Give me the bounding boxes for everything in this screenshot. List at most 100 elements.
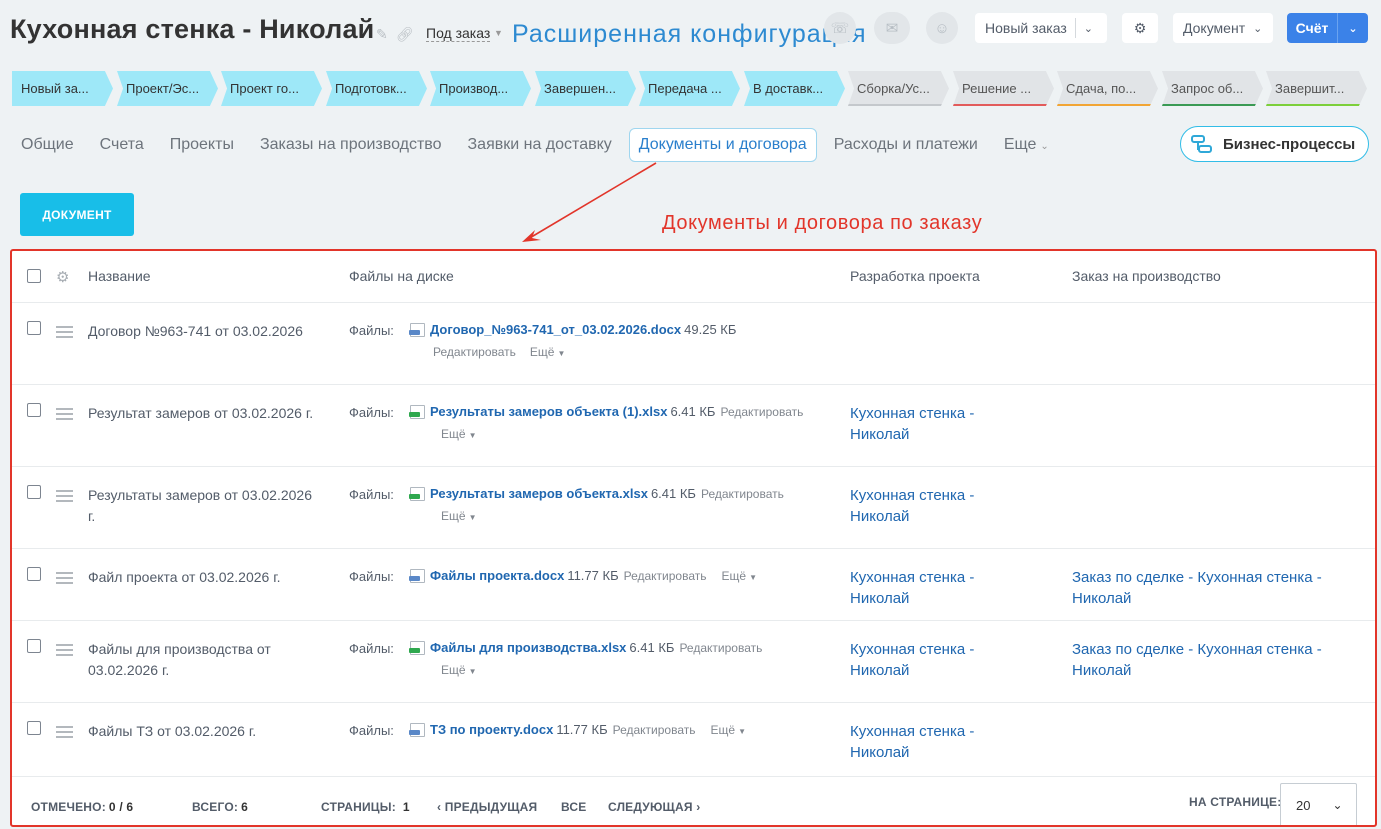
phone-icon[interactable]: ☏	[824, 12, 856, 44]
stage-5[interactable]: Производ...	[430, 71, 531, 106]
row-checkbox[interactable]	[27, 321, 41, 335]
tab-8[interactable]: Еще ⌄	[995, 128, 1058, 162]
project-link[interactable]: Кухонная стенка - Николай	[850, 403, 1030, 445]
drag-handle-icon[interactable]	[56, 490, 73, 505]
tab-1[interactable]: Общие	[12, 128, 83, 162]
stage-2[interactable]: Проект/Эс...	[117, 71, 218, 106]
table-row: Файл проекта от 03.02.2026 г. Файлы: Файлы…	[12, 549, 1375, 621]
business-processes-button[interactable]: Бизнес-процессы	[1180, 126, 1369, 162]
file-entry: Результаты замеров объекта (1).xlsx 6.41 …	[430, 404, 803, 419]
drag-handle-icon[interactable]	[56, 572, 73, 587]
file-more-menu[interactable]: Ещё ▼	[441, 663, 476, 677]
file-more-menu[interactable]: Ещё ▼	[530, 345, 565, 359]
row-checkbox[interactable]	[27, 485, 41, 499]
tab-5[interactable]: Заявки на доставку	[459, 128, 621, 162]
stage-9[interactable]: Сборка/Ус...	[848, 71, 949, 106]
drag-handle-icon[interactable]	[56, 644, 73, 659]
stage-label: Решение ...	[962, 81, 1032, 96]
stage-4[interactable]: Подготовк...	[326, 71, 427, 106]
row-checkbox[interactable]	[27, 403, 41, 417]
prev-page-link[interactable]: ‹ ПРЕДЫДУЩАЯ	[437, 800, 537, 814]
stage-13[interactable]: Завершит...	[1266, 71, 1367, 106]
select-all-checkbox[interactable]	[27, 269, 41, 283]
edit-file-link[interactable]: Редактировать	[613, 723, 696, 737]
file-more-menu[interactable]: Ещё ▼	[711, 723, 746, 737]
project-link[interactable]: Кухонная стенка - Николай	[850, 639, 1030, 681]
column-files[interactable]: Файлы на диске	[349, 268, 454, 284]
stage-8[interactable]: В доставк...	[744, 71, 845, 106]
chat-icon[interactable]: ☺	[926, 12, 958, 44]
stage-12[interactable]: Запрос об...	[1162, 71, 1263, 106]
stage-color-bar	[1162, 104, 1257, 106]
drag-handle-icon[interactable]	[56, 326, 73, 341]
document-name[interactable]: Договор №963-741 от 03.02.2026	[88, 321, 318, 342]
per-page-select[interactable]: 20 ⌄	[1280, 783, 1357, 825]
all-pages-link[interactable]: ВСЕ	[561, 800, 586, 814]
caret-down-icon: ▼	[468, 513, 477, 522]
row-checkbox[interactable]	[27, 721, 41, 735]
table-row: Договор №963-741 от 03.02.2026 Файлы: Дого…	[12, 303, 1375, 385]
stage-10[interactable]: Решение ...	[953, 71, 1054, 106]
gear-icon[interactable]: ⚙	[56, 268, 69, 286]
chevron-down-icon[interactable]: ⌄	[1338, 22, 1368, 35]
stage-3[interactable]: Проект го...	[221, 71, 322, 106]
next-page-link[interactable]: СЛЕДУЮЩАЯ ›	[608, 800, 700, 814]
tab-2[interactable]: Счета	[91, 128, 153, 162]
document-name[interactable]: Результаты замеров от 03.02.2026 г.	[88, 485, 318, 527]
invoice-button[interactable]: Счёт ⌄	[1287, 13, 1368, 43]
tab-6[interactable]: Документы и договора	[628, 128, 817, 162]
deal-type-selector[interactable]: Под заказ	[426, 25, 491, 42]
document-name[interactable]: Результат замеров от 03.02.2026 г.	[88, 403, 318, 424]
drag-handle-icon[interactable]	[56, 726, 73, 741]
document-name[interactable]: Файл проекта от 03.02.2026 г.	[88, 567, 318, 588]
document-name[interactable]: Файлы ТЗ от 03.02.2026 г.	[88, 721, 318, 742]
edit-file-link[interactable]: Редактировать	[720, 405, 803, 419]
file-link[interactable]: Файлы проекта.docx	[430, 568, 564, 583]
new-order-button[interactable]: Новый заказ ⌄	[975, 13, 1107, 43]
tab-3[interactable]: Проекты	[161, 128, 243, 162]
stage-7[interactable]: Передача ...	[639, 71, 740, 106]
edit-file-link[interactable]: Редактировать	[701, 487, 784, 501]
drag-handle-icon[interactable]	[56, 408, 73, 423]
file-link[interactable]: Результаты замеров объекта (1).xlsx	[430, 404, 667, 419]
link-icon[interactable]: 🔗︎	[396, 26, 414, 43]
pencil-icon[interactable]: ✎	[376, 26, 388, 43]
tab-label: Заявки на доставку	[467, 136, 612, 153]
stage-label: Завершит...	[1275, 81, 1345, 96]
column-project[interactable]: Разработка проекта	[850, 268, 980, 284]
settings-button[interactable]: ⚙	[1122, 13, 1158, 43]
stage-label: Сборка/Ус...	[857, 81, 930, 96]
mail-icon[interactable]: ✉	[874, 12, 910, 44]
document-button[interactable]: Документ ⌄	[1173, 13, 1273, 43]
stage-label: Завершен...	[544, 81, 616, 96]
tab-label: Заказы на производство	[259, 136, 442, 153]
stage-11[interactable]: Сдача, по...	[1057, 71, 1158, 106]
file-link[interactable]: Договор_№963-741_от_03.02.2026.docx	[430, 322, 681, 337]
file-link[interactable]: Результаты замеров объекта.xlsx	[430, 486, 648, 501]
stage-6[interactable]: Завершен...	[535, 71, 636, 106]
file-link[interactable]: ТЗ по проекту.docx	[430, 722, 553, 737]
tab-7[interactable]: Расходы и платежи	[825, 128, 987, 162]
file-more-menu[interactable]: Ещё ▼	[441, 509, 476, 523]
row-checkbox[interactable]	[27, 567, 41, 581]
add-document-button[interactable]: ДОКУМЕНТ	[20, 193, 134, 236]
row-checkbox[interactable]	[27, 639, 41, 653]
column-name[interactable]: Название	[88, 268, 151, 284]
edit-file-link[interactable]: Редактировать	[679, 641, 762, 655]
project-link[interactable]: Кухонная стенка - Николай	[850, 485, 1030, 527]
production-order-link[interactable]: Заказ по сделке - Кухонная стенка - Нико…	[1072, 639, 1342, 681]
production-order-link[interactable]: Заказ по сделке - Кухонная стенка - Нико…	[1072, 567, 1342, 609]
stage-1[interactable]: Новый за...	[12, 71, 113, 106]
edit-file-link[interactable]: Редактировать	[433, 345, 516, 359]
tab-4[interactable]: Заказы на производство	[251, 128, 451, 162]
business-processes-label: Бизнес-процессы	[1223, 135, 1356, 153]
column-production[interactable]: Заказ на производство	[1072, 268, 1221, 284]
edit-file-link[interactable]: Редактировать	[624, 569, 707, 583]
file-more-menu[interactable]: Ещё ▼	[722, 569, 757, 583]
document-name[interactable]: Файлы для производства от 03.02.2026 г.	[88, 639, 318, 681]
file-more-menu[interactable]: Ещё ▼	[441, 427, 476, 441]
project-link[interactable]: Кухонная стенка - Николай	[850, 721, 1030, 763]
file-link[interactable]: Файлы для производства.xlsx	[430, 640, 626, 655]
project-link[interactable]: Кухонная стенка - Николай	[850, 567, 1030, 609]
table-row: Результат замеров от 03.02.2026 г. Файлы:…	[12, 385, 1375, 467]
